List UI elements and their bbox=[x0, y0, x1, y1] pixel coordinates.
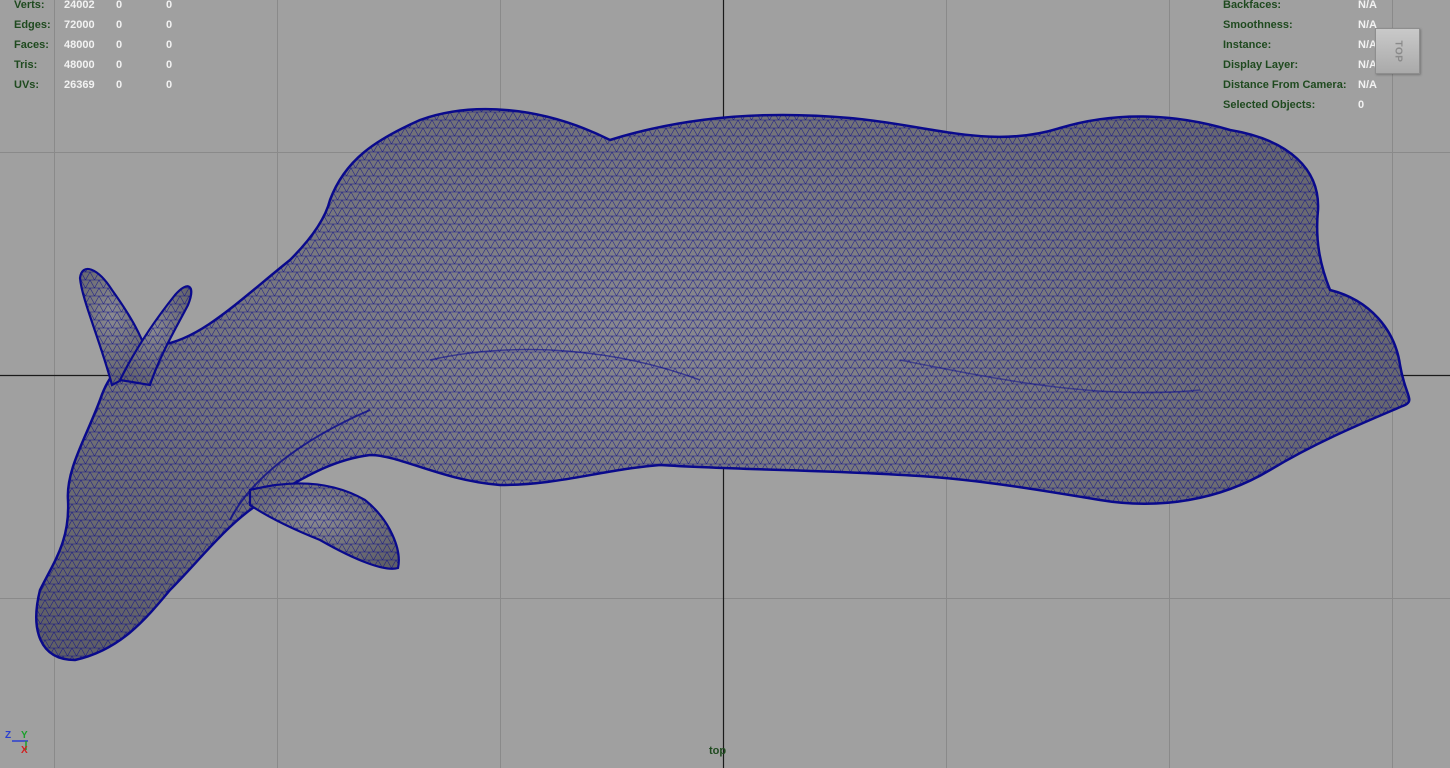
hud-label: UVs: bbox=[14, 79, 40, 91]
viewport-top[interactable]: Verts: 24002 0 0 Edges: 72000 0 0 Faces:… bbox=[0, 0, 1450, 768]
hud-value: 0 bbox=[116, 59, 123, 71]
hud-label: Distance From Camera: bbox=[1223, 79, 1347, 91]
hud-value: 0 bbox=[1358, 99, 1365, 111]
hud-row-edges: Edges: 72000 0 0 bbox=[14, 15, 214, 35]
hud-label: Instance: bbox=[1223, 39, 1272, 51]
hud-label: Verts: bbox=[14, 0, 45, 11]
axis-x-label: X bbox=[21, 745, 28, 756]
axis-y-label: Y bbox=[21, 730, 28, 741]
hud-value: 72000 bbox=[64, 19, 95, 31]
hud-value: 48000 bbox=[64, 59, 95, 71]
hud-label: Display Layer: bbox=[1223, 59, 1299, 71]
hud-row-uvs: UVs: 26369 0 0 bbox=[14, 75, 214, 95]
hud-label: Selected Objects: bbox=[1223, 99, 1316, 111]
cow-body-group bbox=[35, 107, 1411, 662]
viewcube-top[interactable]: TOP bbox=[1375, 28, 1420, 74]
hud-row-selected-objects: Selected Objects: 0 bbox=[1223, 95, 1443, 115]
hud-row-verts: Verts: 24002 0 0 bbox=[14, 0, 214, 15]
hud-row-tris: Tris: 48000 0 0 bbox=[14, 55, 214, 75]
hud-row-faces: Faces: 48000 0 0 bbox=[14, 35, 214, 55]
hud-value: 0 bbox=[116, 79, 123, 91]
hud-value: 24002 bbox=[64, 0, 95, 11]
hud-value: 0 bbox=[116, 39, 123, 51]
axis-gizmo: Z Y X bbox=[5, 730, 28, 756]
viewcube-label: TOP bbox=[1391, 40, 1403, 62]
cow-ear-wire bbox=[250, 483, 399, 569]
hud-label: Faces: bbox=[14, 39, 49, 51]
hud-value: 26369 bbox=[64, 79, 95, 91]
hud-value: 0 bbox=[116, 0, 123, 11]
poly-count-hud: Verts: 24002 0 0 Edges: 72000 0 0 Faces:… bbox=[14, 0, 214, 95]
hud-row-distance: Distance From Camera: N/A bbox=[1223, 75, 1443, 95]
hud-value: N/A bbox=[1358, 79, 1377, 91]
hud-label: Edges: bbox=[14, 19, 51, 31]
axis-z-label: Z bbox=[5, 730, 11, 741]
hud-value: N/A bbox=[1358, 0, 1377, 11]
hud-value: 0 bbox=[166, 0, 173, 11]
hud-value: 0 bbox=[166, 59, 173, 71]
hud-label: Tris: bbox=[14, 59, 38, 71]
cow-mesh-wireframe[interactable] bbox=[0, 0, 1450, 768]
hud-label: Backfaces: bbox=[1223, 0, 1282, 11]
cow-body-wireframe bbox=[36, 109, 1410, 660]
hud-row-backfaces: Backfaces: N/A bbox=[1223, 0, 1443, 15]
hud-value: 0 bbox=[116, 19, 123, 31]
camera-name-label: top bbox=[709, 745, 727, 757]
hud-label: Smoothness: bbox=[1223, 19, 1293, 31]
hud-value: 0 bbox=[166, 39, 173, 51]
hud-value: 48000 bbox=[64, 39, 95, 51]
hud-value: 0 bbox=[166, 79, 173, 91]
hud-value: 0 bbox=[166, 19, 173, 31]
